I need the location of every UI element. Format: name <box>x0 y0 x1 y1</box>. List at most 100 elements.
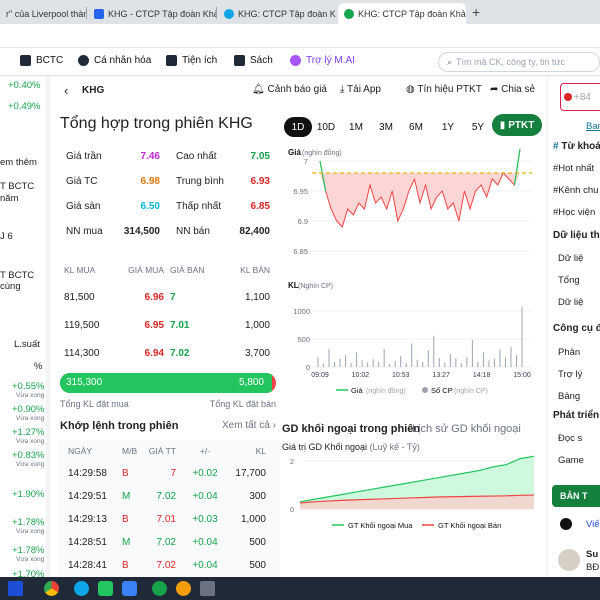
period-tab-6m[interactable]: 6M <box>402 117 430 137</box>
browser-tab[interactable]: r" của Liverpool thành tr <box>0 3 86 24</box>
app-icon[interactable] <box>200 581 215 596</box>
news-line[interactable]: cùng <box>0 281 21 292</box>
period-tab-5y[interactable]: 5Y <box>464 117 492 137</box>
person-name: Su <box>586 549 599 560</box>
matched-header: M/B <box>122 446 138 456</box>
link[interactable]: Ban <box>586 121 600 132</box>
menu-item[interactable]: Game <box>558 455 584 466</box>
menu-item[interactable]: Đọc s <box>558 433 582 444</box>
price-alert-button[interactable]: 🔔︎ Cảnh báo giá <box>252 84 327 95</box>
keyword-tag[interactable]: #Kênh chu <box>553 185 598 196</box>
browser-tab-active[interactable]: KHG: CTCP Tập đoàn Khải H ✕ <box>338 3 466 24</box>
rate-note: Vừa xong <box>16 556 45 563</box>
news-line[interactable]: T BCTC <box>0 181 34 192</box>
news-line[interactable]: T BCTC <box>0 270 34 281</box>
matched-title: Khớp lệnh trong phiên <box>60 420 179 432</box>
orderbook-header: KL BÁN <box>240 265 270 275</box>
menu-item[interactable]: Tổng <box>558 275 580 286</box>
share-button[interactable]: ➦ Chia sẻ <box>490 84 535 95</box>
menu-item[interactable]: Trợ lý <box>558 369 582 380</box>
nav-item-utilities[interactable]: Tiện ích <box>166 55 217 66</box>
news-line[interactable]: J 6 <box>0 231 13 242</box>
news-line[interactable]: năm <box>0 193 18 204</box>
matched-table-bg <box>58 441 280 577</box>
see-all-link[interactable]: Xem tất cả › <box>222 420 276 431</box>
volume-xtick: 09:09 <box>311 372 329 379</box>
tech-signal-button[interactable]: ◍ Tín hiệu PTKT <box>406 84 482 95</box>
chrome-icon[interactable] <box>44 581 59 596</box>
legend-volume-unit: (nghìn CP) <box>454 388 488 395</box>
app-icon[interactable] <box>98 581 113 596</box>
orderbook-total-bar: 315,300 5,800 <box>60 373 276 393</box>
price-chart-unit: (nghìn đồng) <box>302 148 342 157</box>
browser-tab[interactable]: KHG - CTCP Tập đoàn Khải Hoàn <box>88 3 216 24</box>
section-tools: Công cụ đ <box>553 323 600 334</box>
matched-cell: B <box>122 560 129 571</box>
site-favicon-icon <box>94 8 104 19</box>
period-tab-1d[interactable]: 1D <box>284 117 312 137</box>
foreign-history-tab[interactable]: Lịch sử GD khối ngoại <box>412 423 521 435</box>
menu-item[interactable]: Dữ liệ <box>558 253 583 264</box>
ptkt-button[interactable]: ▮ PTKT <box>492 114 542 136</box>
matched-cell: M <box>122 491 131 502</box>
write-link[interactable]: Viế <box>586 519 600 530</box>
download-app-button[interactable]: ⤓ Tải App <box>340 84 381 95</box>
nav-item-books[interactable]: Sách <box>234 55 273 66</box>
menu-item[interactable]: Dữ liệ <box>558 297 583 308</box>
matched-cell: 7.01 <box>156 514 176 525</box>
matched-cell: 7.02 <box>156 537 176 548</box>
rate-value: +1.78% <box>12 517 45 528</box>
folder-app-icon[interactable] <box>8 581 23 596</box>
back-arrow-icon[interactable]: ‹ <box>64 83 68 98</box>
price-ytick: 6.95 <box>293 187 308 196</box>
search-input[interactable]: ⌕ Tìm mã CK, công ty, tin tức <box>438 52 600 72</box>
matched-cell: 17,700 <box>235 468 266 479</box>
foreign-title: GD khối ngoại trong phiên <box>282 423 421 435</box>
foreign-chart: 2 0 GT Khối ngoại Mua GT Khối ngoại Bán <box>290 455 535 530</box>
orderbook-cell: 81,500 <box>64 292 95 303</box>
new-tab-icon[interactable]: + <box>472 4 480 20</box>
volume-chart-unit: (Nghìn CP) <box>298 283 333 290</box>
keyword-tag[interactable]: #Hot nhất <box>553 163 594 174</box>
matched-cell: 14:28:51 <box>68 537 107 548</box>
matched-cell: M <box>122 537 131 548</box>
app-icon[interactable] <box>176 581 191 596</box>
section-keywords: # Từ khoá <box>553 141 600 152</box>
app-icon[interactable] <box>152 581 167 596</box>
matched-cell: 14:29:13 <box>68 514 107 525</box>
matched-cell: +0.02 <box>192 468 218 479</box>
stat-label: Cao nhất <box>176 151 217 162</box>
period-tab-3m[interactable]: 3M <box>372 117 400 137</box>
stat-label: Giá sàn <box>66 201 101 212</box>
orderbook-header: GIÁ MUA <box>128 265 164 275</box>
phone-input[interactable]: +84 <box>560 83 600 111</box>
newsletter-button[interactable]: BẢN T <box>552 485 600 507</box>
search-icon: ⌕ <box>447 56 453 67</box>
stat-value: 6.50 <box>140 201 160 212</box>
nav-item-bctc[interactable]: BCTC <box>20 55 63 66</box>
globe-icon <box>224 8 234 19</box>
menu-item[interactable]: Bảng <box>558 391 580 402</box>
ptkt-label: PTKT <box>508 119 535 131</box>
zalo-icon[interactable] <box>122 581 137 596</box>
legend-buy: GT Khối ngoại Mua <box>348 521 413 530</box>
rate-note: Vừa xong <box>16 528 45 535</box>
volume-xtick: 14:18 <box>473 372 491 379</box>
menu-item[interactable]: Phân <box>558 347 580 358</box>
nav-item-personalize[interactable]: Cá nhân hóa <box>78 55 151 66</box>
edge-icon[interactable] <box>74 581 89 596</box>
nav-item-assistant[interactable]: Trợ lý M.AI <box>290 55 355 66</box>
matched-cell: 500 <box>249 537 266 548</box>
period-tab-1y[interactable]: 1Y <box>434 117 462 137</box>
period-tab-10d[interactable]: 10D <box>312 117 340 137</box>
avatar <box>558 549 580 571</box>
browser-tab[interactable]: KHG: CTCP Tập đoàn Khải Hoàn <box>218 3 336 24</box>
period-tab-1m[interactable]: 1M <box>342 117 370 137</box>
matched-cell: 7.02 <box>156 560 176 571</box>
rate-note: Vừa xong <box>16 415 45 422</box>
see-more-link[interactable]: em thêm <box>0 157 37 168</box>
price-ytick: 6.9 <box>298 217 308 226</box>
price-below-ref-area <box>320 173 520 227</box>
keyword-tag[interactable]: #Học viện <box>553 207 595 218</box>
orderbook-cell: 6.96 <box>144 292 164 303</box>
